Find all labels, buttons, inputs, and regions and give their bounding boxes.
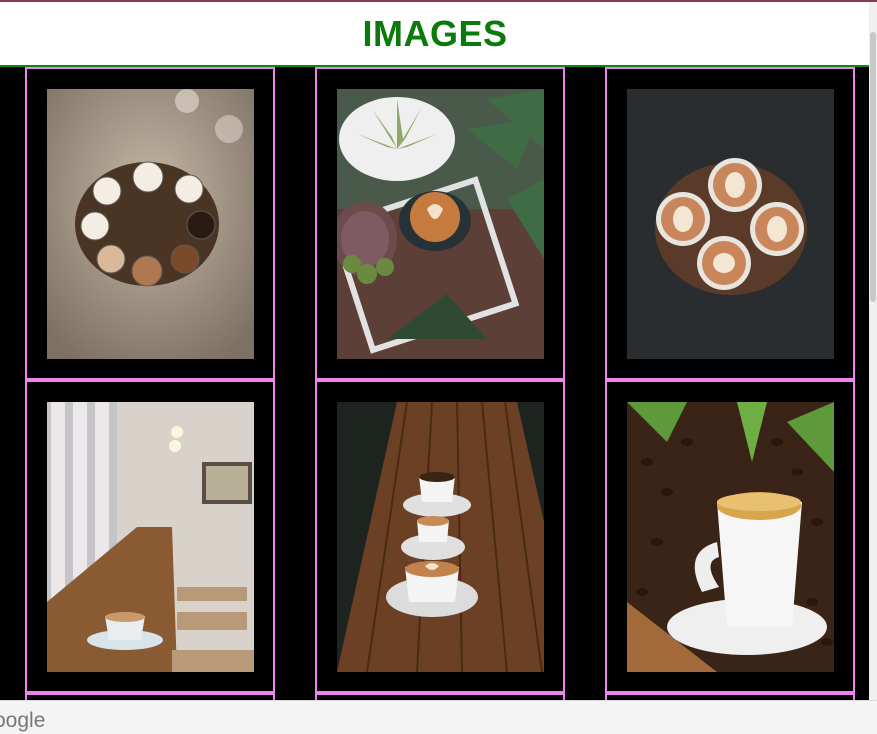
scrollbar-thumb[interactable] xyxy=(870,32,876,302)
image-gallery xyxy=(0,67,870,703)
three-coffees-wooden-bar-photo xyxy=(337,402,544,672)
latte-succulents-tray-image[interactable] xyxy=(337,89,544,359)
coffee-cup-beans-leaves-image[interactable] xyxy=(627,402,834,672)
three-coffees-wooden-bar-image[interactable] xyxy=(337,402,544,672)
coffee-cup-beans-leaves-photo xyxy=(627,402,834,672)
page-header: IMAGES xyxy=(0,2,870,67)
cafe-window-counter-latte-image[interactable] xyxy=(47,402,254,672)
four-latte-art-cups-image[interactable] xyxy=(627,89,834,359)
cafe-window-counter-latte-photo xyxy=(47,402,254,672)
gallery-card[interactable] xyxy=(315,67,565,380)
gallery-card[interactable] xyxy=(25,380,275,693)
scrollbar[interactable] xyxy=(869,2,877,700)
coffee-cups-round-table-image[interactable] xyxy=(47,89,254,359)
gallery-card[interactable] xyxy=(605,380,855,693)
gallery-card[interactable] xyxy=(605,67,855,380)
gallery-card[interactable] xyxy=(25,67,275,380)
page-title: IMAGES xyxy=(362,12,508,54)
google-brand-text: oogle xyxy=(0,709,46,732)
gallery-card[interactable] xyxy=(315,380,565,693)
four-latte-art-cups-photo xyxy=(627,89,834,359)
latte-succulents-tray-photo xyxy=(337,89,544,359)
coffee-cups-round-table-photo xyxy=(47,89,254,359)
browser-footer-bar: oogle xyxy=(0,700,877,734)
